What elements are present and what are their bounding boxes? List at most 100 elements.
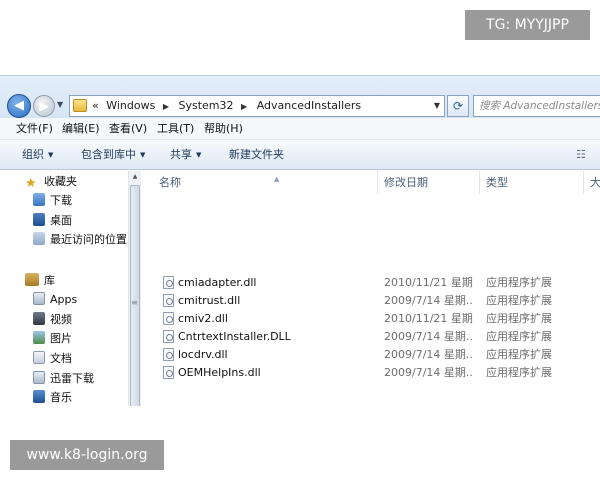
file-date: 2010/11/21 星期...	[384, 276, 474, 289]
nav-item-label: 最近访问的位置	[50, 233, 127, 246]
file-row[interactable]: OEMHelpIns.dll 2009/7/14 星期... 应用程序扩展	[141, 364, 600, 382]
recent-pages-dropdown[interactable]: ▼	[57, 98, 66, 112]
breadcrumb-separator-icon[interactable]: ▶	[241, 97, 247, 117]
forward-button[interactable]: ▶	[33, 95, 55, 117]
nav-item-label: 桌面	[50, 214, 72, 227]
share-label: 共享	[170, 148, 192, 161]
breadcrumb-advancedinstallers[interactable]: AdvancedInstallers	[257, 96, 361, 116]
nav-item-recent[interactable]: 最近访问的位置	[33, 231, 127, 249]
nav-item-label: 下载	[50, 194, 72, 207]
address-dropdown-icon[interactable]: ▼	[434, 96, 440, 116]
file-list: 名称 ▲ 修改日期 类型 大 cmiadapter.dll 2010/11/21 …	[141, 171, 600, 406]
include-in-library-button[interactable]: 包含到库中 ▼	[81, 140, 145, 170]
videos-library-icon	[33, 312, 45, 325]
nav-item-apps[interactable]: Apps	[33, 291, 77, 309]
view-list-icon: ☷	[576, 148, 586, 161]
music-library-icon	[33, 390, 45, 403]
file-row[interactable]: cmiv2.dll 2010/11/21 星期... 应用程序扩展	[141, 310, 600, 328]
nav-item-label: 迅雷下载	[50, 372, 94, 385]
column-header-name[interactable]: 名称 ▲	[153, 171, 378, 195]
nav-item-desktop[interactable]: 桌面	[33, 212, 72, 230]
folder-icon	[73, 99, 87, 112]
nav-item-label: 文档	[50, 352, 72, 365]
scrollbar-thumb[interactable]	[130, 185, 140, 406]
file-name: locdrv.dll	[178, 348, 228, 361]
scroll-up-icon[interactable]: ▲	[129, 171, 141, 183]
dll-file-icon	[163, 294, 174, 307]
include-in-library-label: 包含到库中	[81, 148, 136, 161]
file-row[interactable]: cmitrust.dll 2009/7/14 星期... 应用程序扩展	[141, 292, 600, 310]
watermark-bottom: www.k8-login.org	[10, 440, 164, 470]
share-button[interactable]: 共享 ▼	[170, 140, 201, 170]
nav-item-downloads[interactable]: 下载	[33, 192, 72, 210]
sort-ascending-icon: ▲	[274, 175, 280, 183]
column-header-modified[interactable]: 修改日期	[378, 171, 480, 195]
file-row[interactable]: CntrtextInstaller.DLL 2009/7/14 星期... 应用…	[141, 328, 600, 346]
forward-arrow-icon: ▶	[39, 99, 49, 113]
nav-item-label: 视频	[50, 313, 72, 326]
organize-button[interactable]: 组织 ▼	[22, 140, 53, 170]
nav-scrollbar[interactable]: ▲ ≡	[128, 171, 141, 406]
back-button[interactable]: ◀	[7, 94, 31, 118]
file-date: 2010/11/21 星期...	[384, 312, 474, 325]
new-folder-button[interactable]: 新建文件夹	[229, 140, 284, 170]
file-name: CntrtextInstaller.DLL	[178, 330, 291, 343]
file-date: 2009/7/14 星期...	[384, 366, 474, 379]
menu-help[interactable]: 帮助(H)	[204, 118, 243, 140]
command-bar: 组织 ▼ 包含到库中 ▼ 共享 ▼ 新建文件夹 ☷	[0, 140, 600, 170]
refresh-button[interactable]: ⟳	[447, 95, 469, 117]
nav-item-documents[interactable]: 文档	[33, 350, 72, 368]
breadcrumb-system32[interactable]: System32	[179, 96, 234, 116]
column-header-type[interactable]: 类型	[480, 171, 584, 195]
file-date: 2009/7/14 星期...	[384, 330, 474, 343]
nav-item-xunlei-downloads[interactable]: 迅雷下载	[33, 370, 94, 388]
breadcrumb-windows[interactable]: Windows	[106, 96, 155, 116]
nav-item-label: Apps	[50, 293, 78, 306]
breadcrumb: « Windows ▶ System32 ▶ AdvancedInstaller…	[92, 96, 365, 116]
menu-file[interactable]: 文件(F)	[16, 118, 53, 140]
dll-file-icon	[163, 366, 174, 379]
nav-favorites[interactable]: ★ 收藏夹	[25, 173, 77, 191]
file-row[interactable]: locdrv.dll 2009/7/14 星期... 应用程序扩展	[141, 346, 600, 364]
address-bar-row: ◀ ▶ ▼ « Windows ▶ System32 ▶ AdvancedIns…	[0, 76, 600, 118]
file-type: 应用程序扩展	[486, 294, 552, 307]
dll-file-icon	[163, 330, 174, 343]
view-options-button[interactable]: ☷	[576, 147, 600, 163]
navigation-pane: ★ 收藏夹 下载 桌面 最近访问的位置 库 Apps 视频 图片 文档 迅雷下载 …	[0, 171, 141, 406]
file-row[interactable]: cmiadapter.dll 2010/11/21 星期... 应用程序扩展	[141, 274, 600, 292]
file-type: 应用程序扩展	[486, 330, 552, 343]
chevron-down-icon: ▼	[140, 151, 146, 159]
nav-favorites-label: 收藏夹	[44, 175, 77, 188]
page: TG: MYYJJPP ◀ ▶ ▼ « Windows ▶ System32 ▶…	[0, 0, 600, 480]
menu-view[interactable]: 查看(V)	[109, 118, 147, 140]
apps-library-icon	[33, 292, 45, 305]
file-name: OEMHelpIns.dll	[178, 366, 261, 379]
file-date: 2009/7/14 星期...	[384, 294, 474, 307]
nav-item-pictures[interactable]: 图片	[33, 330, 72, 348]
refresh-icon: ⟳	[452, 99, 464, 113]
menu-edit[interactable]: 编辑(E)	[62, 118, 100, 140]
search-input[interactable]: 搜索 AdvancedInstallers	[473, 95, 600, 117]
pictures-library-icon	[33, 331, 45, 344]
breadcrumb-overflow[interactable]: «	[92, 96, 99, 116]
nav-item-label: 图片	[50, 332, 72, 345]
file-type: 应用程序扩展	[486, 312, 552, 325]
file-date: 2009/7/14 星期...	[384, 348, 474, 361]
chevron-down-icon: ▼	[48, 151, 54, 159]
column-header-size[interactable]: 大	[584, 171, 600, 195]
nav-libraries-label: 库	[44, 274, 55, 287]
breadcrumb-separator-icon[interactable]: ▶	[163, 97, 169, 117]
column-header-name-label: 名称	[159, 176, 181, 189]
file-type: 应用程序扩展	[486, 348, 552, 361]
file-type: 应用程序扩展	[486, 276, 552, 289]
explorer-window: ◀ ▶ ▼ « Windows ▶ System32 ▶ AdvancedIns…	[0, 75, 600, 406]
nav-item-videos[interactable]: 视频	[33, 311, 72, 329]
chevron-down-icon: ▼	[196, 151, 202, 159]
download-folder-icon	[33, 371, 45, 384]
menu-tools[interactable]: 工具(T)	[157, 118, 194, 140]
nav-libraries[interactable]: 库	[25, 272, 55, 290]
watermark-top: TG: MYYJJPP	[465, 10, 590, 40]
address-bar[interactable]: « Windows ▶ System32 ▶ AdvancedInstaller…	[69, 95, 445, 117]
back-arrow-icon: ◀	[14, 98, 24, 113]
nav-item-music[interactable]: 音乐	[33, 389, 72, 406]
